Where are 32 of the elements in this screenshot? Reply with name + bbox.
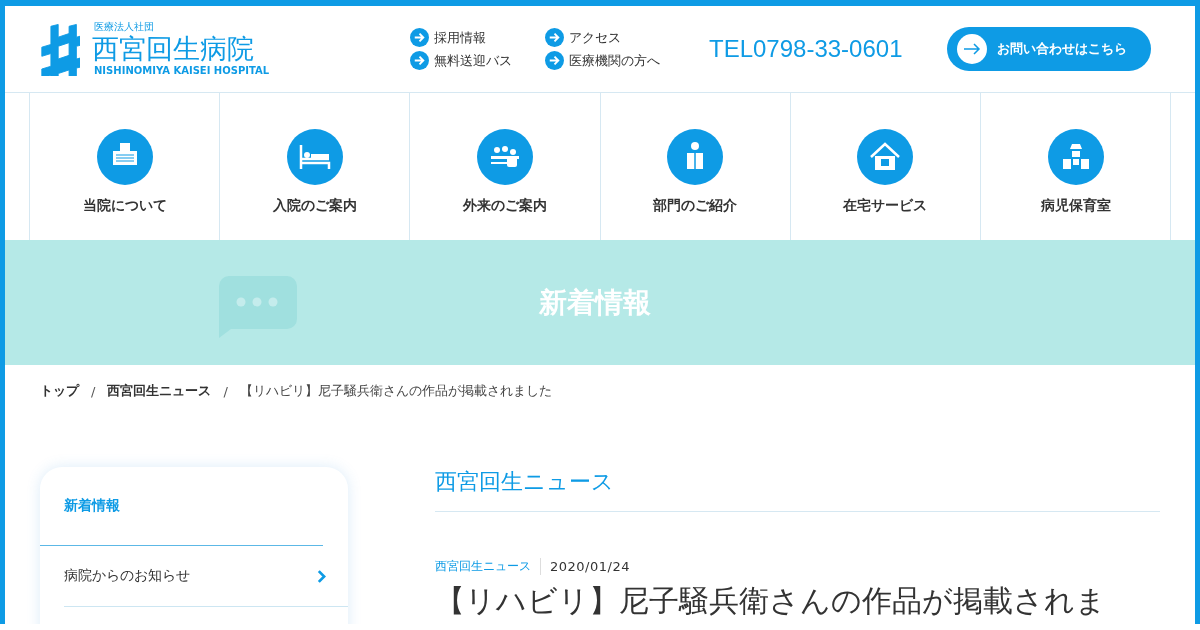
nav-link[interactable]: 部門のご紹介 — [653, 196, 738, 215]
chevron-icon — [317, 569, 326, 583]
logo-english-name: NISHINOMIYA KAISEI HOSPITAL — [94, 65, 270, 77]
nav-link[interactable]: 当院について — [82, 196, 167, 215]
hospital-bed-icon — [286, 128, 343, 185]
building-icon — [96, 128, 153, 185]
speech-bubble-icon — [219, 275, 297, 340]
children-icon — [1047, 128, 1104, 185]
header-link[interactable]: 採用情報 — [434, 28, 486, 47]
header-link[interactable]: 無料送迎バス — [434, 51, 512, 70]
logo-icon — [40, 22, 80, 76]
breadcrumb-link[interactable]: トップ — [40, 382, 79, 400]
sidebar-item[interactable]: 病院からのお知らせ — [64, 546, 348, 607]
nav-link[interactable]: 入院のご案内 — [272, 196, 357, 215]
phone-number: TEL0798-33-0601 — [709, 35, 904, 63]
section-title: 西宮回生ニュース — [435, 467, 1160, 512]
logo-subtitle: 医療法人社団 — [94, 21, 155, 33]
page-title: 新着情報 — [539, 284, 651, 321]
house-icon — [857, 128, 914, 185]
breadcrumb-link[interactable]: 西宮回生ニュース — [107, 382, 212, 400]
breadcrumb-current: 【リハビリ】尼子騒兵衛さんの作品が掲載されました — [239, 382, 552, 400]
people-icon — [476, 128, 533, 185]
breadcrumb-separator: / — [222, 383, 229, 399]
doctor-icon — [667, 128, 724, 185]
header-link[interactable]: アクセス — [569, 28, 621, 47]
nav-link[interactable]: 在宅サービス — [843, 196, 928, 215]
header-link[interactable]: 医療機関の方へ — [569, 51, 660, 70]
breadcrumb-separator: / — [90, 383, 97, 399]
nav-link[interactable]: 外来のご案内 — [462, 196, 547, 215]
article-title: 【リハビリ】尼子騒兵衛さんの作品が掲載されま — [435, 583, 1107, 619]
nav-link[interactable]: 病児保育室 — [1040, 196, 1111, 215]
post-date: 2020/01/24 — [549, 559, 630, 574]
